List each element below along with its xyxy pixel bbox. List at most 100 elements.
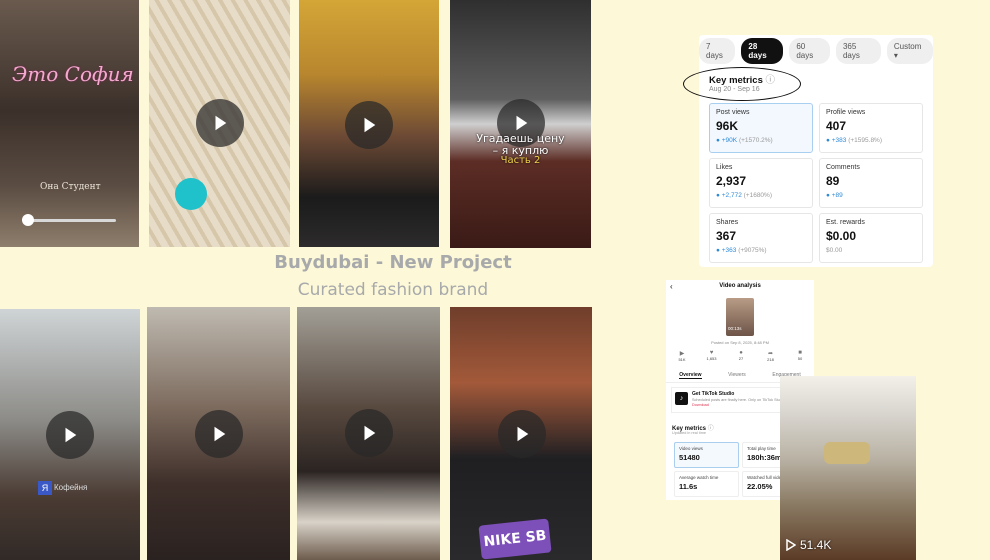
range-365-days[interactable]: 365 days	[835, 38, 881, 64]
metric-change-value: +2,772	[721, 192, 742, 199]
range-custom-label: Custom	[893, 42, 922, 51]
date-range-tabs: 7 days 28 days 60 days 365 days Custom ▾	[699, 38, 933, 64]
metric-change-pct: (+9075%)	[738, 247, 767, 254]
arrow-up-icon: ●	[826, 192, 830, 199]
bag-video-tile[interactable]: 51.4K	[780, 376, 916, 560]
metric-value: 89	[826, 174, 840, 188]
stat-saves: ■ 50	[790, 350, 810, 362]
stat-value: 27	[738, 356, 744, 361]
video-tile-6[interactable]	[147, 307, 290, 560]
metric-card-profile-views[interactable]: Profile views 407 ● +383 (+1595.8%)	[819, 103, 923, 153]
yandex-badge: Я	[38, 481, 52, 495]
metric-change-pct: (+1595.8%)	[848, 137, 883, 144]
metric-change-value: +90K	[721, 137, 738, 144]
range-28-days[interactable]: 28 days	[741, 38, 784, 64]
info-icon[interactable]: ⓘ	[708, 426, 714, 432]
metric-change-value: $0.00	[826, 247, 843, 254]
key-metrics-panel: 7 days 28 days 60 days 365 days Custom ▾…	[683, 35, 933, 267]
stat-value: 1,653	[706, 356, 717, 361]
metric-change-pct: (+1570.2%)	[738, 137, 773, 144]
metric-change-value: +363	[721, 247, 737, 254]
sign-text: Кофейня	[54, 483, 88, 492]
stat-likes: ♥ 1,653	[702, 350, 722, 362]
brand-title: Buydubai - New Project	[274, 252, 512, 273]
stat-value: 51K	[678, 357, 686, 362]
metric-card-post-views[interactable]: Post views 96K ● +90K (+1570.2%)	[709, 103, 813, 153]
play-icon[interactable]	[196, 99, 244, 147]
progress-track[interactable]	[24, 219, 116, 222]
range-60-days[interactable]: 60 days	[789, 38, 830, 64]
metric-label: Est. rewards	[826, 219, 865, 226]
video-tile-4[interactable]: Угадаешь цену – я куплю Часть 2	[450, 0, 591, 248]
stat-value: 50	[797, 356, 803, 361]
video-key-metrics-sub: Updated in real time	[672, 431, 706, 435]
video-analysis-title: Video analysis	[719, 283, 761, 289]
posted-date: Posted on Sep 8, 2025, 8:48 PM	[711, 340, 769, 345]
range-custom[interactable]: Custom ▾	[886, 38, 933, 64]
video-tile-8[interactable]: NIKE SB	[450, 307, 592, 560]
metric-label: Comments	[826, 164, 860, 171]
metric-label: Likes	[716, 164, 733, 171]
metric-change: $0.00	[826, 247, 916, 254]
arrow-up-icon: ●	[826, 137, 830, 144]
brand-subtitle: Curated fashion brand	[297, 280, 489, 300]
metric-card-est-rewards[interactable]: Est. rewards $0.00 $0.00	[819, 213, 923, 263]
play-icon[interactable]	[345, 409, 393, 457]
video-tile-2[interactable]	[149, 0, 290, 247]
play-icon[interactable]	[46, 411, 94, 459]
stat-views: ▶ 51K	[672, 350, 692, 362]
play-outline-icon	[786, 539, 796, 551]
play-icon: ▶	[679, 351, 685, 357]
progress-knob[interactable]	[22, 214, 34, 226]
play-icon[interactable]	[345, 101, 393, 149]
metric-label: Shares	[716, 219, 739, 226]
promo-download-link[interactable]: Download	[692, 403, 709, 407]
video-tile-5[interactable]: Я Кофейня	[0, 309, 140, 560]
overlay-title: Это София	[12, 62, 134, 86]
view-count-value: 51.4K	[800, 538, 832, 552]
stat-comments: ● 27	[731, 350, 751, 362]
key-metrics-heading-text: Key metrics	[709, 75, 763, 86]
metric-value: 407	[826, 119, 847, 133]
metric-card-comments[interactable]: Comments 89 ● +89	[819, 158, 923, 208]
arrow-up-icon: ●	[716, 192, 720, 199]
thumbnail-duration: 00:13s	[728, 326, 742, 331]
metric-label: Post views	[716, 109, 750, 116]
range-7-days[interactable]: 7 days	[699, 38, 736, 64]
promo-title: Get TikTok Studio	[692, 391, 735, 397]
metric-card-likes[interactable]: Likes 2,937 ● +2,772 (+1680%)	[709, 158, 813, 208]
metric-label: Average watch time	[679, 475, 719, 480]
metric-value: 2,937	[716, 174, 747, 188]
metric-value: 51480	[679, 453, 700, 462]
arrow-up-icon: ●	[716, 247, 720, 254]
metric-card-shares[interactable]: Shares 367 ● +363 (+9075%)	[709, 213, 813, 263]
video-tile-1[interactable]: Это София Она Студент	[0, 0, 139, 247]
play-icon[interactable]	[498, 410, 546, 458]
metric-average-watch-time[interactable]: Average watch time 11.6s	[674, 471, 739, 497]
metric-change: ● +89	[826, 192, 916, 199]
view-count: 51.4K	[786, 538, 831, 552]
metric-label: Profile views	[826, 109, 866, 116]
metric-value: 96K	[716, 119, 739, 133]
chevron-down-icon: ▾	[893, 51, 898, 60]
tab-overview[interactable]: Overview	[679, 372, 702, 379]
key-metrics-heading: Key metrics ⓘ	[709, 72, 775, 86]
metric-change-value: +383	[831, 137, 847, 144]
record-dot[interactable]	[175, 178, 207, 210]
video-tile-7[interactable]	[297, 307, 440, 560]
stat-value: 218	[767, 357, 774, 362]
metric-change-value: +89	[831, 192, 843, 199]
tab-viewers[interactable]: Viewers	[728, 372, 746, 379]
tiktok-logo-icon: ♪	[675, 392, 688, 405]
bag-clasp	[824, 442, 870, 464]
metric-video-views[interactable]: Video views 51480	[674, 442, 739, 468]
video-tile-3[interactable]	[299, 0, 439, 247]
promo-description-text: Scheduled posts are finally here. Only o…	[692, 398, 785, 402]
promo-description: Scheduled posts are finally here. Only o…	[692, 398, 792, 407]
play-icon[interactable]	[195, 410, 243, 458]
share-icon: ➦	[767, 351, 774, 357]
info-icon[interactable]: ⓘ	[766, 75, 776, 86]
nike-sb-logo: NIKE SB	[478, 518, 552, 560]
metric-change: ● +383 (+1595.8%)	[826, 137, 916, 144]
metric-value: $0.00	[826, 229, 857, 243]
